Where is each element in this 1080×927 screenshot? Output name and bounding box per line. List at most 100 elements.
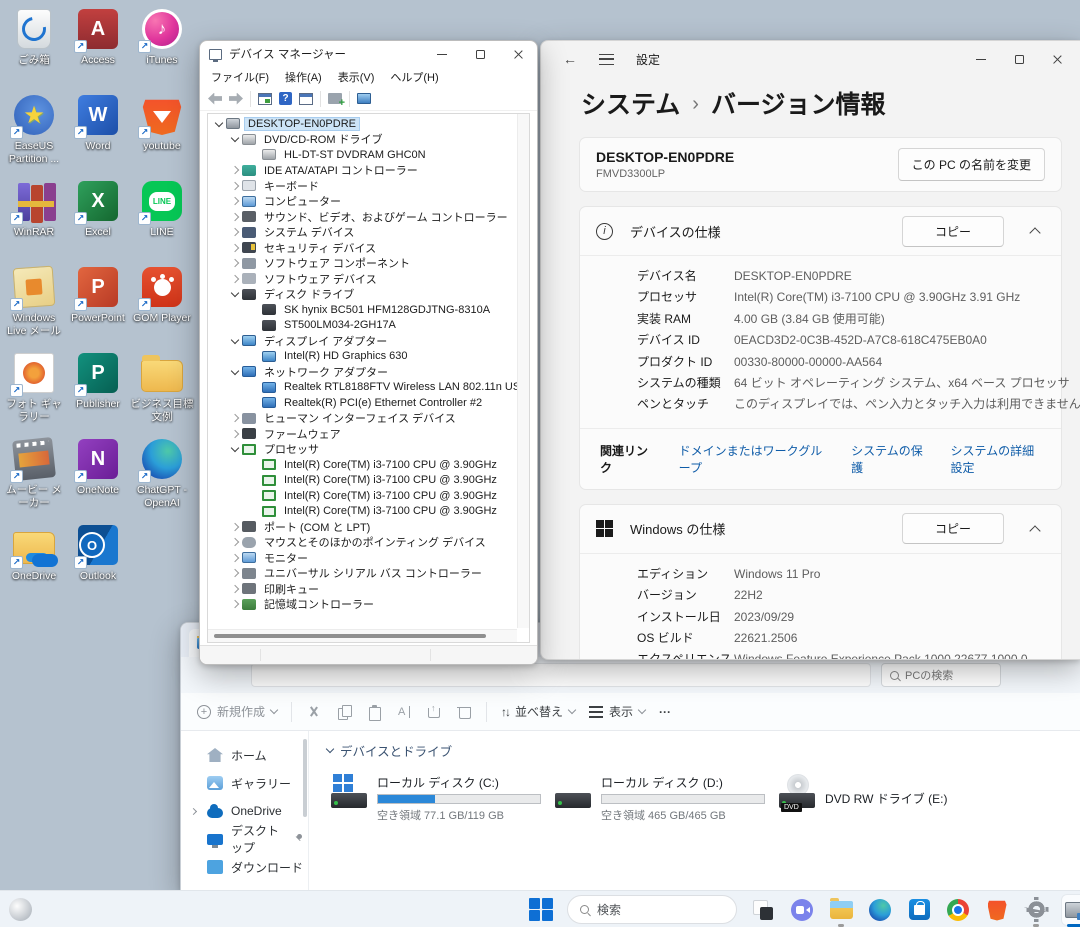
desktop-icon-onedrive[interactable]: ↗ OneDrive [2, 520, 66, 606]
desktop-icon-easeus-partition[interactable]: ↗ EaseUS Partition ... [2, 90, 66, 176]
scan-hardware-icon[interactable] [328, 93, 342, 104]
expand-arrow-icon[interactable] [228, 535, 242, 549]
expand-arrow-icon[interactable] [228, 256, 242, 270]
share-icon[interactable] [426, 704, 442, 720]
desktop-icon-line[interactable]: ↗ LINE [130, 176, 194, 262]
desktop-icon-excel[interactable]: ↗ Excel [66, 176, 130, 262]
expand-arrow-icon[interactable] [228, 411, 242, 425]
taskbar-store-icon[interactable] [906, 895, 932, 925]
computer-monitor-icon[interactable] [357, 93, 371, 104]
close-button[interactable] [1038, 41, 1076, 77]
rename-icon[interactable] [396, 704, 412, 720]
tree-item[interactable]: DESKTOP-EN0PDRE [210, 116, 517, 132]
drives-group-header[interactable]: デバイスとドライブ [327, 741, 1080, 760]
tree-item[interactable]: Intel(R) HD Graphics 630 [210, 349, 517, 365]
drive-tile[interactable]: DVD ローカル ディスク (D:) 空き領域 465 GB/465 GB [551, 770, 769, 827]
chevron-up-icon[interactable] [1029, 227, 1040, 238]
taskbar-task-view-icon[interactable] [750, 895, 776, 925]
expand-arrow-icon[interactable] [228, 194, 242, 208]
explorer-search-box[interactable]: PCの検索 [881, 663, 1001, 687]
desktop-icon-outlook[interactable]: ↗ Outlook [66, 520, 130, 606]
tree-item[interactable]: ユニバーサル シリアル バス コントローラー [210, 566, 517, 582]
horizontal-scrollbar[interactable] [208, 629, 517, 642]
desktop-icon-word[interactable]: ↗ Word [66, 90, 130, 176]
tree-item[interactable]: ヒューマン インターフェイス デバイス [210, 411, 517, 427]
sidebar-item-downloads[interactable]: ダウンロード [181, 853, 308, 881]
expand-arrow-icon[interactable] [248, 303, 262, 317]
chevron-up-icon[interactable] [1029, 525, 1040, 536]
vertical-scrollbar[interactable] [517, 114, 529, 628]
drive-tile[interactable]: DVD DVD RW ドライブ (E:) [775, 770, 993, 827]
expand-arrow-icon[interactable] [228, 520, 242, 534]
expand-arrow-icon[interactable] [248, 318, 262, 332]
help-icon[interactable]: ? [279, 92, 292, 105]
expand-arrow-icon[interactable] [228, 365, 242, 379]
related-link[interactable]: システムの詳細設定 [951, 442, 1045, 476]
tree-item[interactable]: HL-DT-ST DVDRAM GHC0N [210, 147, 517, 163]
desktop-icon-windows-live-mail[interactable]: ↗ Windows Live メール [2, 262, 66, 348]
desktop-icon-chatgpt-openai[interactable]: ↗ ChatGPT - OpenAI [130, 434, 194, 520]
sidebar-item-desktop[interactable]: デスクトップ [181, 825, 308, 853]
tree-item[interactable]: プロセッサ [210, 442, 517, 458]
expand-arrow-icon[interactable] [228, 179, 242, 193]
copy-device-spec-button[interactable]: コピー [902, 216, 1004, 247]
menu-item[interactable]: 表示(V) [331, 67, 382, 87]
tree-item[interactable]: ネットワーク アダプター [210, 364, 517, 380]
copy-icon[interactable] [336, 704, 352, 720]
desktop-icon-business-folder[interactable]: ↗ ビジネス目標文例 [130, 348, 194, 434]
sidebar-item-onedrive[interactable]: OneDrive [181, 797, 308, 825]
tree-item[interactable]: ポート (COM と LPT) [210, 519, 517, 535]
taskbar-settings-icon[interactable] [1023, 895, 1049, 925]
drive-tile[interactable]: DVD ローカル ディスク (C:) 空き領域 77.1 GB/119 GB [327, 770, 545, 827]
expand-arrow-icon[interactable] [228, 210, 242, 224]
expand-arrow-icon[interactable] [228, 163, 242, 177]
menu-item[interactable]: ヘルプ(H) [383, 67, 445, 87]
expand-arrow-icon[interactable] [212, 117, 226, 131]
paste-icon[interactable] [366, 704, 382, 720]
expand-arrow-icon[interactable] [228, 551, 242, 565]
desktop-icon-winrar[interactable]: ↗ WinRAR [2, 176, 66, 262]
desktop-icon-itunes[interactable]: ↗ iTunes [130, 4, 194, 90]
expand-arrow-icon[interactable] [228, 566, 242, 580]
tree-item[interactable]: DVD/CD-ROM ドライブ [210, 132, 517, 148]
breadcrumb-system[interactable]: システム [581, 85, 680, 121]
tree-item[interactable]: ディスプレイ アダプター [210, 333, 517, 349]
sidebar-scrollbar[interactable] [303, 739, 307, 817]
expand-arrow-icon[interactable] [228, 241, 242, 255]
desktop-icon-movie-maker[interactable]: ↗ ムービー メーカー [2, 434, 66, 520]
maximize-button[interactable] [461, 41, 499, 67]
expand-arrow-icon[interactable] [248, 349, 262, 363]
taskbar-device-manager-icon[interactable] [1062, 895, 1080, 925]
expand-arrow-icon[interactable] [248, 504, 262, 518]
desktop-icon-onenote[interactable]: ↗ OneNote [66, 434, 130, 520]
sort-button[interactable]: ↑↓ 並べ替え [501, 703, 575, 720]
start-button[interactable] [528, 895, 554, 925]
properties-icon[interactable] [299, 93, 313, 105]
tree-item[interactable]: コンピューター [210, 194, 517, 210]
taskbar-chrome-icon[interactable] [945, 895, 971, 925]
desktop-icon-photo-gallery[interactable]: ↗ フォト ギャラリー [2, 348, 66, 434]
tree-item[interactable]: Intel(R) Core(TM) i3-7100 CPU @ 3.90GHz [210, 473, 517, 489]
copy-windows-spec-button[interactable]: コピー [902, 513, 1004, 544]
tree-item[interactable]: マウスとそのほかのポインティング デバイス [210, 535, 517, 551]
new-button[interactable]: + 新規作成 [197, 703, 277, 720]
tree-item[interactable]: IDE ATA/ATAPI コントローラー [210, 163, 517, 179]
tree-item[interactable]: サウンド、ビデオ、およびゲーム コントローラー [210, 209, 517, 225]
tree-item[interactable]: Intel(R) Core(TM) i3-7100 CPU @ 3.90GHz [210, 457, 517, 473]
related-link[interactable]: システムの保護 [851, 442, 924, 476]
tree-item[interactable]: キーボード [210, 178, 517, 194]
desktop-icon-youtube[interactable]: ↗ youtube [130, 90, 194, 176]
desktop-icon-powerpoint[interactable]: ↗ PowerPoint [66, 262, 130, 348]
expand-arrow-icon[interactable] [248, 148, 262, 162]
desktop-icon-publisher[interactable]: ↗ Publisher [66, 348, 130, 434]
tree-item[interactable]: ソフトウェア コンポーネント [210, 256, 517, 272]
expand-arrow-icon[interactable] [228, 272, 242, 286]
delete-icon[interactable] [456, 704, 472, 720]
tree-item[interactable]: Realtek(R) PCI(e) Ethernet Controller #2 [210, 395, 517, 411]
tree-item[interactable]: ソフトウェア デバイス [210, 271, 517, 287]
minimize-button[interactable] [962, 41, 1000, 77]
tree-item[interactable]: Intel(R) Core(TM) i3-7100 CPU @ 3.90GHz [210, 504, 517, 520]
tree-item[interactable]: システム デバイス [210, 225, 517, 241]
expand-arrow-icon[interactable] [248, 396, 262, 410]
expand-arrow-icon[interactable] [248, 380, 262, 394]
